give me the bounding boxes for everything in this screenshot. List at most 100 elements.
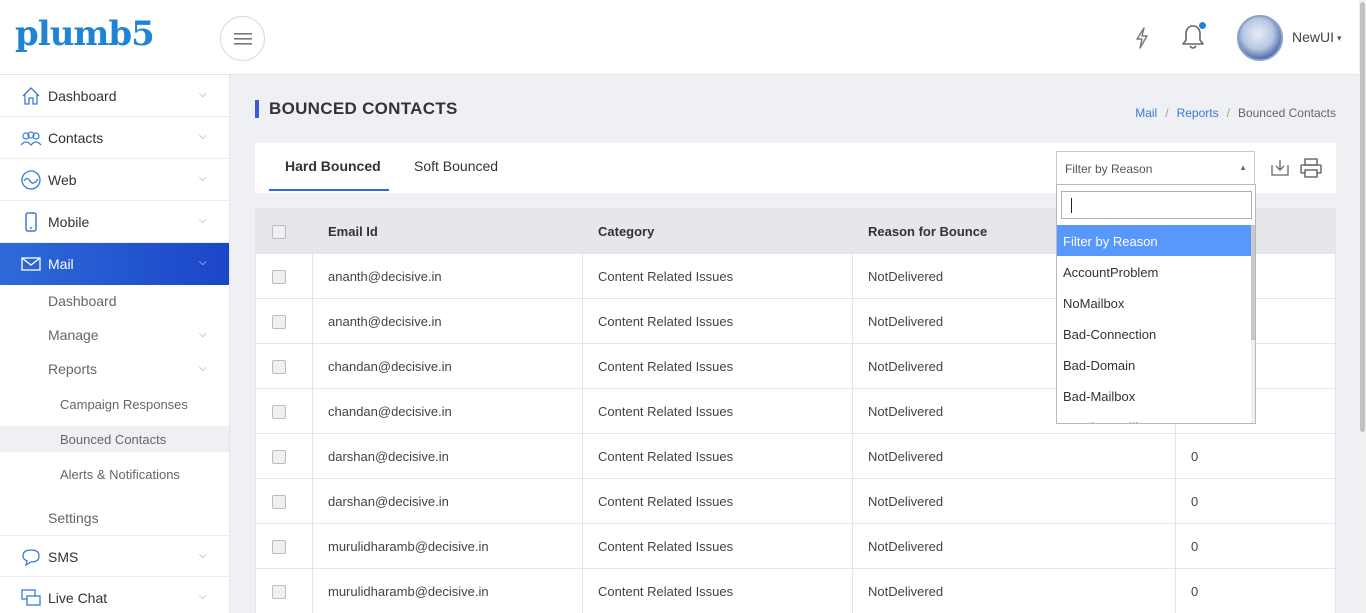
- avatar[interactable]: [1237, 15, 1283, 61]
- row-checkbox-cell: [255, 568, 313, 613]
- row-checkbox[interactable]: [272, 314, 286, 329]
- row-checkbox[interactable]: [272, 494, 286, 509]
- filter-by-reason-select[interactable]: Filter by Reason ▲: [1056, 151, 1255, 185]
- sidebar-item-dashboard[interactable]: Dashboard ⌵: [0, 75, 229, 117]
- web-icon: [21, 170, 41, 190]
- dropdown-option[interactable]: Bad-Domain: [1057, 349, 1251, 380]
- dropdown-option[interactable]: AccountProblem: [1057, 256, 1251, 287]
- email-cell: ananth@decisive.in: [312, 298, 583, 344]
- category-cell: Content Related Issues: [582, 478, 853, 524]
- sidebar-sub-campaign-responses[interactable]: Campaign Responses: [0, 391, 229, 417]
- page-scrollbar[interactable]: [1359, 0, 1366, 613]
- dropdown-scrollbar[interactable]: [1251, 225, 1255, 423]
- chat-icon: [21, 589, 41, 606]
- sidebar-sub-mail-dashboard[interactable]: Dashboard: [0, 288, 229, 314]
- download-icon[interactable]: [1269, 157, 1291, 179]
- category-cell: Content Related Issues: [582, 253, 853, 299]
- select-all-checkbox[interactable]: [272, 224, 286, 239]
- tab-soft-bounced[interactable]: Soft Bounced: [414, 158, 498, 174]
- row-checkbox-cell: [255, 343, 313, 389]
- sidebar-sub-settings[interactable]: Settings: [0, 505, 229, 531]
- chevron-down-icon: ⌵: [199, 89, 207, 100]
- row-checkbox-cell: [255, 478, 313, 524]
- dropdown-option[interactable]: NoMailbox: [1057, 287, 1251, 318]
- column-header-email[interactable]: Email Id: [312, 208, 583, 254]
- count-cell: 0: [1175, 523, 1336, 569]
- sidebar-item-web[interactable]: Web ⌵: [0, 159, 229, 201]
- menu-toggle-button[interactable]: [220, 16, 265, 61]
- mail-icon: [21, 257, 41, 271]
- dropdown-option[interactable]: Bad-Connection: [1057, 318, 1251, 349]
- row-checkbox[interactable]: [272, 584, 286, 599]
- dropdown-search-input[interactable]: [1061, 191, 1252, 219]
- sidebar-sub-bounced-contacts[interactable]: Bounced Contacts: [0, 426, 229, 452]
- breadcrumb-separator: /: [1226, 106, 1230, 120]
- row-checkbox[interactable]: [272, 449, 286, 464]
- tab-hard-bounced[interactable]: Hard Bounced: [285, 158, 381, 174]
- breadcrumb-current: Bounced Contacts: [1237, 106, 1336, 120]
- row-checkbox-cell: [255, 298, 313, 344]
- select-value: Filter by Reason: [1065, 162, 1153, 176]
- active-tab-underline: [269, 189, 389, 191]
- reason-cell: NotDelivered: [852, 568, 1176, 613]
- category-cell: Content Related Issues: [582, 568, 853, 613]
- top-header: plumb5 NewUI ▾: [0, 0, 1366, 75]
- reason-cell: NotDelivered: [852, 478, 1176, 524]
- sub-item-label: Alerts & Notifications: [60, 467, 180, 482]
- chevron-down-icon: ⌵: [199, 131, 207, 142]
- dropdown-option[interactable]: Filter by Reason: [1057, 225, 1251, 256]
- row-checkbox[interactable]: [272, 269, 286, 284]
- sidebar-sub-manage[interactable]: Manage ⌵: [0, 322, 229, 348]
- email-cell: chandan@decisive.in: [312, 388, 583, 434]
- chevron-down-icon: ⌵: [199, 591, 207, 602]
- print-icon[interactable]: [1300, 157, 1322, 179]
- row-checkbox[interactable]: [272, 404, 286, 419]
- sub-item-label: Campaign Responses: [60, 397, 188, 412]
- category-cell: Content Related Issues: [582, 523, 853, 569]
- sidebar-item-label: Mail: [48, 256, 74, 272]
- reason-cell: NotDelivered: [852, 433, 1176, 479]
- category-cell: Content Related Issues: [582, 388, 853, 434]
- email-cell: murulidharamb@decisive.in: [312, 568, 583, 613]
- sidebar-item-mobile[interactable]: Mobile ⌵: [0, 201, 229, 243]
- sub-item-label: Reports: [48, 361, 98, 377]
- select-all-cell: [255, 208, 313, 254]
- row-checkbox-cell: [255, 433, 313, 479]
- sidebar-item-mail[interactable]: Mail ⌵: [0, 243, 229, 285]
- sub-item-label: Dashboard: [48, 293, 117, 309]
- row-checkbox-cell: [255, 388, 313, 434]
- table-row: darshan@decisive.in Content Related Issu…: [255, 433, 1336, 479]
- dropdown-option[interactable]: Inactive Mailbox: [1057, 411, 1251, 423]
- chevron-down-icon: ⌵: [199, 173, 207, 184]
- chevron-down-icon: ⌵: [199, 363, 207, 374]
- plumb5-logo[interactable]: plumb5: [15, 14, 155, 54]
- row-checkbox-cell: [255, 253, 313, 299]
- reason-cell: NotDelivered: [852, 523, 1176, 569]
- row-checkbox[interactable]: [272, 359, 286, 374]
- caret-up-icon: ▲: [1239, 163, 1247, 172]
- sidebar-item-live-chat[interactable]: Live Chat ⌵: [0, 577, 229, 613]
- category-cell: Content Related Issues: [582, 298, 853, 344]
- title-accent-bar: [255, 100, 259, 118]
- sidebar-sub-alerts[interactable]: Alerts & Notifications: [0, 461, 229, 487]
- dropdown-option[interactable]: Bad-Mailbox: [1057, 380, 1251, 411]
- home-icon: [22, 87, 40, 105]
- email-cell: darshan@decisive.in: [312, 478, 583, 524]
- email-cell: ananth@decisive.in: [312, 253, 583, 299]
- table-row: murulidharamb@decisive.in Content Relate…: [255, 523, 1336, 569]
- notification-dot: [1199, 22, 1206, 29]
- sidebar-sub-reports[interactable]: Reports ⌵: [0, 356, 229, 382]
- chevron-down-icon: ⌵: [199, 550, 207, 561]
- user-name[interactable]: NewUI: [1292, 29, 1334, 45]
- column-header-category[interactable]: Category: [582, 208, 853, 254]
- breadcrumb-mail[interactable]: Mail: [1135, 106, 1157, 120]
- sidebar-item-sms[interactable]: SMS ⌵: [0, 535, 229, 577]
- sidebar-item-contacts[interactable]: Contacts ⌵: [0, 117, 229, 159]
- chevron-down-icon[interactable]: ▾: [1337, 33, 1342, 44]
- row-checkbox[interactable]: [272, 539, 286, 554]
- sub-item-label: Bounced Contacts: [60, 432, 167, 447]
- breadcrumb-reports[interactable]: Reports: [1177, 106, 1219, 120]
- page-title: BOUNCED CONTACTS: [269, 99, 458, 118]
- lightning-icon[interactable]: [1132, 26, 1152, 50]
- email-cell: chandan@decisive.in: [312, 343, 583, 389]
